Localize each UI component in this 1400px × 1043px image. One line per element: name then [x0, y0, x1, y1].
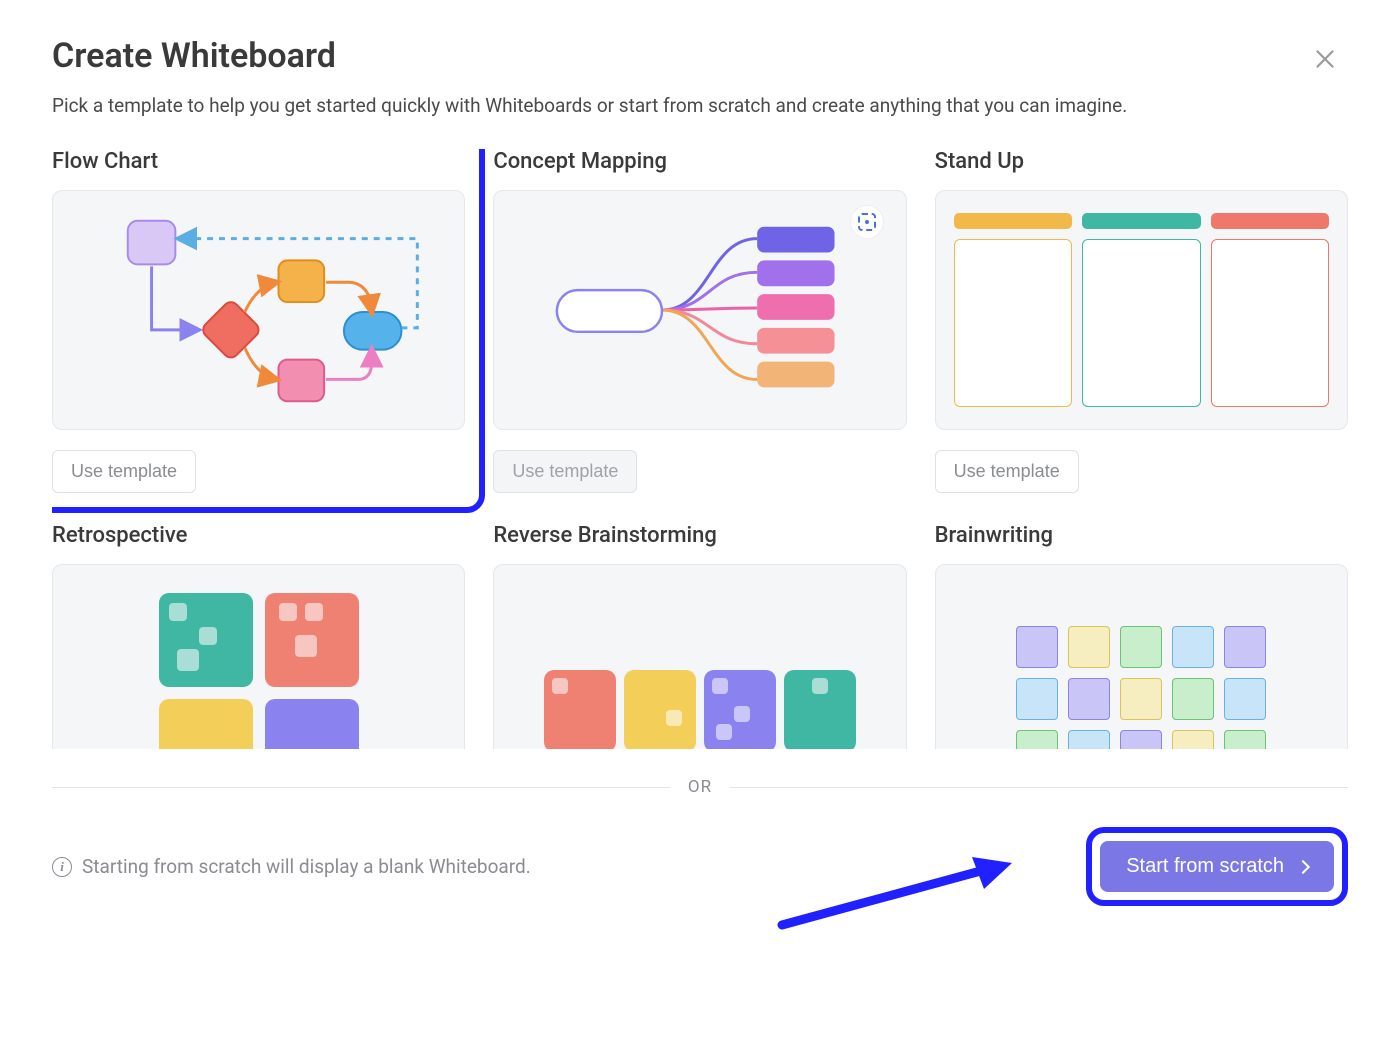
- template-preview: [52, 564, 465, 749]
- use-template-button[interactable]: Use template: [935, 450, 1079, 493]
- brainwriting-icon: [1016, 596, 1266, 749]
- template-title: Flow Chart: [52, 149, 465, 174]
- template-preview: [493, 190, 906, 430]
- template-title: Brainwriting: [935, 523, 1348, 548]
- reverse-brainstorming-icon: [544, 616, 856, 749]
- modal-title: Create Whiteboard: [52, 36, 336, 76]
- annotation-arrow-icon: [772, 855, 1022, 935]
- focus-icon: [850, 205, 884, 239]
- template-card-stand-up[interactable]: Stand Up Use template: [935, 149, 1348, 493]
- template-card-reverse-brainstorming[interactable]: Reverse Brainstorming: [493, 523, 906, 749]
- close-icon: [1312, 46, 1338, 72]
- use-template-button[interactable]: Use template: [493, 450, 637, 493]
- retrospective-icon: [159, 575, 359, 749]
- start-button-highlight: Start from scratch: [1086, 827, 1348, 906]
- start-from-scratch-button[interactable]: Start from scratch: [1100, 841, 1334, 892]
- template-grid: Flow Chart: [52, 149, 1348, 749]
- info-icon: i: [52, 857, 72, 877]
- template-title: Stand Up: [935, 149, 1348, 174]
- standup-icon: [936, 191, 1347, 429]
- template-title: Reverse Brainstorming: [493, 523, 906, 548]
- or-divider: OR: [52, 777, 1348, 797]
- template-preview: [935, 190, 1348, 430]
- scratch-hint-text: Starting from scratch will display a bla…: [82, 855, 531, 878]
- template-card-retrospective[interactable]: Retrospective: [52, 523, 465, 749]
- flow-chart-icon: [53, 191, 464, 429]
- template-preview: [493, 564, 906, 749]
- start-button-label: Start from scratch: [1126, 855, 1284, 878]
- close-button[interactable]: [1302, 36, 1348, 85]
- concept-map-icon: [494, 191, 905, 429]
- template-card-brainwriting[interactable]: Brainwriting: [935, 523, 1348, 749]
- create-whiteboard-modal: Create Whiteboard Pick a template to hel…: [0, 0, 1400, 906]
- use-template-button[interactable]: Use template: [52, 450, 196, 493]
- template-preview: [52, 190, 465, 430]
- scratch-hint: i Starting from scratch will display a b…: [52, 855, 531, 878]
- chevron-right-icon: [1296, 859, 1310, 873]
- template-title: Retrospective: [52, 523, 465, 548]
- template-title: Concept Mapping: [493, 149, 906, 174]
- template-card-flow-chart[interactable]: Flow Chart: [52, 149, 485, 513]
- template-card-concept-mapping[interactable]: Concept Mapping Use template: [493, 149, 906, 493]
- modal-subtitle: Pick a template to help you get started …: [52, 94, 1348, 117]
- divider-label: OR: [688, 777, 712, 797]
- template-preview: [935, 564, 1348, 749]
